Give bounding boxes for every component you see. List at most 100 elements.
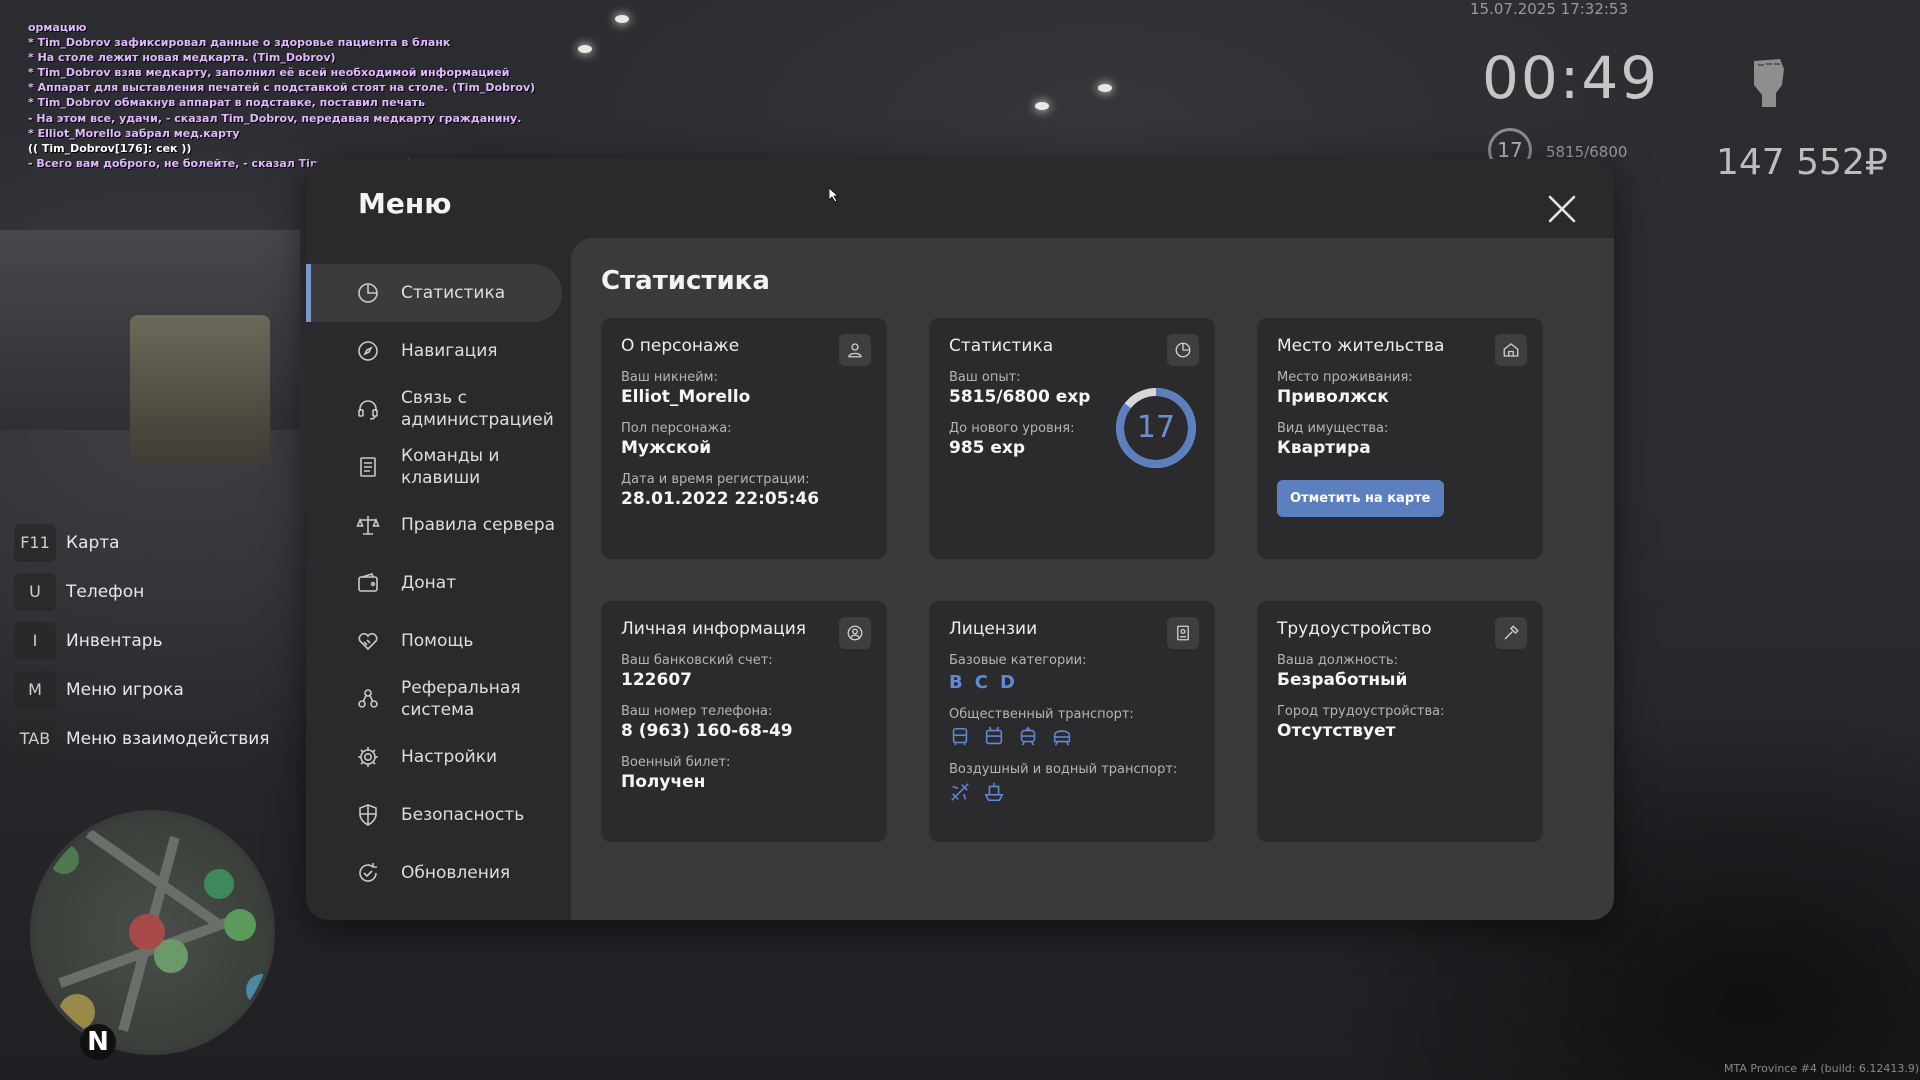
nav-item-label: Навигация: [401, 341, 498, 361]
mark-on-map-button[interactable]: Отметить на карте: [1277, 480, 1444, 517]
hotkey-interaction-menu[interactable]: TAB Меню взаимодействия: [14, 714, 270, 763]
field-label: Пол персонажа:: [621, 421, 732, 436]
gender-value: Мужской: [621, 438, 712, 458]
field-label: Дата и время регистрации:: [621, 472, 810, 487]
hammer-icon: [1504, 625, 1519, 640]
nav-item-statistics[interactable]: Статистика: [306, 264, 562, 322]
nav-item-rules[interactable]: Правила сервера: [306, 496, 564, 554]
nav-item-label: Безопасность: [401, 805, 525, 825]
house-icon: [1503, 343, 1519, 357]
nav-item-commands[interactable]: Команды и клавиши: [306, 438, 564, 496]
public-transport-licenses: [949, 726, 1195, 748]
registration-value: 28.01.2022 22:05:46: [621, 489, 820, 509]
background-vehicle: [130, 315, 270, 465]
military-id-value: Получен: [621, 772, 706, 792]
card-icon-box: [839, 334, 871, 366]
hotkey-label: Меню взаимодействия: [66, 728, 270, 749]
hotkey-label: Инвентарь: [66, 630, 163, 651]
job-city-value: Отсутствует: [1277, 721, 1396, 741]
nav-item-label: Помощь: [401, 631, 474, 651]
statistics-panel: Статистика О персонаже Ваш никнейм: Elli…: [571, 238, 1614, 920]
phone-value: 8 (963) 160-68-49: [621, 721, 793, 741]
hotkey-list: F11 Карта U Телефон I Инвентарь M Меню и…: [14, 518, 270, 763]
nav-item-settings[interactable]: Настройки: [306, 728, 564, 786]
menu-title: Меню: [358, 187, 452, 220]
panel-title: Статистика: [601, 266, 770, 296]
nav-item-label: Донат: [401, 573, 457, 593]
nav-item-donate[interactable]: Донат: [306, 554, 564, 612]
hotkey-label: Карта: [66, 532, 120, 553]
field-label: Воздушный и водный транспорт:: [949, 762, 1178, 777]
nav-item-label: Обновления: [401, 863, 511, 883]
hotkey-phone[interactable]: U Телефон: [14, 567, 270, 616]
fist-icon: [1754, 59, 1784, 107]
residence-value: Приволжск: [1277, 387, 1389, 407]
document-list-icon: [360, 457, 376, 477]
menu-sidebar: Статистика Навигация Связь с администрац…: [306, 264, 564, 902]
field-label: Ваша должность:: [1277, 653, 1399, 668]
card-icon-box: [1167, 334, 1199, 366]
field-label: Ваш номер телефона:: [621, 704, 773, 719]
hotkey-player-menu[interactable]: M Меню игрока: [14, 665, 270, 714]
boat-icon: [984, 782, 1004, 802]
nav-item-security[interactable]: Безопасность: [306, 786, 564, 844]
shop-marker-icon: [59, 994, 95, 1030]
chat-line: - На этом все, удачи, - сказал Tim_Dobro…: [28, 111, 522, 125]
nav-item-help[interactable]: Помощь: [306, 612, 564, 670]
license-document-icon: [1177, 625, 1189, 641]
trolleybus-icon: [985, 726, 1003, 745]
refresh-check-icon: [359, 863, 377, 882]
field-label: Место проживания:: [1277, 370, 1413, 385]
chat-line: * Tim_Dobrov зафиксировал данные о здоро…: [28, 36, 451, 50]
card-character: О персонаже Ваш никнейм: Elliot_Morello …: [601, 318, 887, 559]
license-category: B: [949, 672, 963, 693]
field-label: Общественный транспорт:: [949, 707, 1134, 722]
card-title: Трудоустройство: [1277, 619, 1432, 639]
chat-line: * Аппарат для выставления печатей с подс…: [28, 81, 536, 95]
bus-marker-icon: [246, 974, 271, 1006]
car-marker-icon: [204, 869, 234, 899]
headset-icon: [358, 400, 378, 420]
nav-item-referral[interactable]: Реферальная система: [306, 670, 564, 728]
nav-item-admin-contact[interactable]: Связь с администрацией: [306, 380, 564, 438]
card-licenses: Лицензии Базовые категории: B C D Общест…: [929, 601, 1215, 842]
hotkey-label: Меню игрока: [66, 679, 184, 700]
handshake-heart-icon: [358, 632, 378, 651]
minimap: [30, 810, 275, 1055]
street-lamp: [615, 15, 629, 23]
target-marker-icon: [224, 909, 256, 941]
metro-icon: [1053, 730, 1071, 746]
level-number: 17: [1136, 410, 1176, 445]
card-title: Лицензии: [949, 619, 1038, 639]
card-title: Место жительства: [1277, 336, 1445, 356]
shield-icon: [359, 804, 377, 826]
compass-icon: [358, 341, 378, 361]
nav-item-label: Связь с администрацией: [401, 388, 554, 430]
field-label: Ваш банковский счет:: [621, 653, 773, 668]
chat-log: ормацию * Tim_Dobrov зафиксировал данные…: [28, 20, 588, 171]
hud-time: 00:49: [1482, 44, 1660, 112]
scales-icon: [356, 516, 380, 535]
hotkey-key: U: [14, 572, 56, 611]
nav-item-navigation[interactable]: Навигация: [306, 322, 564, 380]
field-label: Ваш опыт:: [949, 370, 1021, 385]
field-label: Вид имущества:: [1277, 421, 1389, 436]
nickname-value: Elliot_Morello: [621, 387, 751, 407]
hotkey-map[interactable]: F11 Карта: [14, 518, 270, 567]
hotkey-inventory[interactable]: I Инвентарь: [14, 616, 270, 665]
user-circle-icon: [847, 625, 863, 641]
nav-item-updates[interactable]: Обновления: [306, 844, 564, 902]
job-position-value: Безработный: [1277, 670, 1408, 690]
chat-line: * Tim_Dobrov взяв медкарту, заполнил её …: [28, 66, 510, 80]
bus-icon: [952, 727, 968, 746]
close-button[interactable]: [1546, 193, 1578, 225]
hotkey-key: F11: [14, 523, 56, 562]
hotkey-label: Телефон: [66, 581, 145, 602]
nav-item-label: Команды и клавиши: [401, 446, 500, 488]
card-title: Личная информация: [621, 619, 807, 639]
nav-item-label: Правила сервера: [401, 515, 556, 535]
field-label: Ваш никнейм:: [621, 370, 718, 385]
card-title: О персонаже: [621, 336, 740, 356]
gear-icon: [358, 747, 378, 767]
property-value: Квартира: [1277, 438, 1371, 458]
